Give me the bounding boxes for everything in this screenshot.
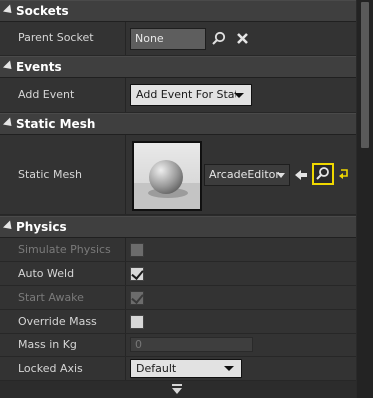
vertical-scrollbar[interactable]: [357, 0, 373, 398]
advanced-expander[interactable]: [0, 381, 356, 398]
reset-arrow-icon[interactable]: [337, 166, 351, 180]
locked-axis-dropdown[interactable]: Default: [130, 359, 242, 378]
column-divider: [125, 357, 126, 380]
column-divider: [125, 78, 126, 112]
column-divider: [125, 135, 126, 214]
add-event-dropdown-text: Add Event For StaticMeshComponent: [136, 88, 236, 101]
row-start-awake: Start Awake: [0, 286, 356, 310]
combo-caret-icon: [277, 173, 285, 178]
section-header-physics[interactable]: Physics: [0, 216, 356, 238]
column-divider: [125, 238, 126, 261]
column-divider: [125, 262, 126, 285]
section-header-events[interactable]: Events: [0, 56, 356, 78]
row-simulate-physics: Simulate Physics: [0, 238, 356, 262]
row-parent-socket: Parent Socket None: [0, 22, 356, 56]
row-add-event: Add Event Add Event For StaticMeshCompon…: [0, 78, 356, 113]
section-title-physics: Physics: [16, 220, 67, 234]
collapse-arrow-icon[interactable]: [2, 117, 16, 130]
static-mesh-label: Static Mesh: [18, 168, 82, 181]
start-awake-label: Start Awake: [18, 291, 84, 304]
simulate-physics-checkbox[interactable]: [130, 243, 144, 257]
mass-input[interactable]: 0: [130, 337, 253, 352]
auto-weld-label: Auto Weld: [18, 267, 75, 280]
checkmark-icon: [131, 267, 144, 280]
mass-label: Mass in Kg: [18, 338, 77, 351]
close-x-icon[interactable]: [234, 30, 252, 48]
section-title-static-mesh: Static Mesh: [16, 117, 96, 131]
chevron-down-icon: [172, 388, 182, 394]
dropdown-caret-icon: [234, 93, 244, 98]
sphere-thumbnail-icon: [134, 143, 200, 209]
locked-axis-label: Locked Axis: [18, 362, 83, 375]
column-divider: [125, 286, 126, 309]
row-mass-in-kg: Mass in Kg 0: [0, 334, 356, 357]
checkmark-icon: [131, 291, 144, 304]
start-awake-checkbox[interactable]: [130, 291, 144, 305]
mesh-thumbnail[interactable]: [132, 141, 202, 211]
row-locked-axis: Locked Axis Default: [0, 357, 356, 381]
collapse-arrow-icon[interactable]: [2, 60, 16, 73]
override-mass-checkbox[interactable]: [130, 315, 144, 329]
section-header-static-mesh[interactable]: Static Mesh: [0, 113, 356, 135]
section-title-sockets: Sockets: [16, 4, 69, 18]
column-divider: [125, 310, 126, 333]
row-override-mass: Override Mass: [0, 310, 356, 334]
column-divider: [125, 22, 126, 55]
details-panel: Sockets Parent Socket None Events Add Ev…: [0, 0, 373, 398]
mesh-asset-name: ArcadeEditorSphere: [209, 168, 279, 181]
scrollbar-thumb[interactable]: [361, 2, 369, 148]
magnifier-icon[interactable]: [210, 30, 228, 48]
collapse-arrow-icon[interactable]: [2, 220, 16, 233]
row-auto-weld: Auto Weld: [0, 262, 356, 286]
add-event-label: Add Event: [18, 88, 75, 101]
section-header-sockets[interactable]: Sockets: [0, 0, 356, 22]
add-event-dropdown[interactable]: Add Event For StaticMeshComponent: [130, 84, 252, 106]
row-static-mesh: Static Mesh ArcadeEditorSphere: [0, 135, 356, 215]
collapse-arrow-icon[interactable]: [2, 4, 16, 17]
parent-socket-field[interactable]: None: [130, 28, 206, 50]
auto-weld-checkbox[interactable]: [130, 267, 144, 281]
simulate-physics-label: Simulate Physics: [18, 243, 111, 256]
section-title-events: Events: [16, 60, 62, 74]
expander-bar: [172, 384, 182, 386]
mesh-asset-combo[interactable]: ArcadeEditorSphere: [204, 164, 290, 186]
override-mass-label: Override Mass: [18, 315, 97, 328]
column-divider: [125, 334, 126, 356]
arrow-left-icon[interactable]: [292, 166, 310, 184]
locked-axis-value: Default: [136, 362, 177, 375]
parent-socket-label: Parent Socket: [18, 31, 94, 44]
magnifier-icon[interactable]: [312, 163, 334, 185]
dropdown-caret-icon: [224, 366, 234, 371]
